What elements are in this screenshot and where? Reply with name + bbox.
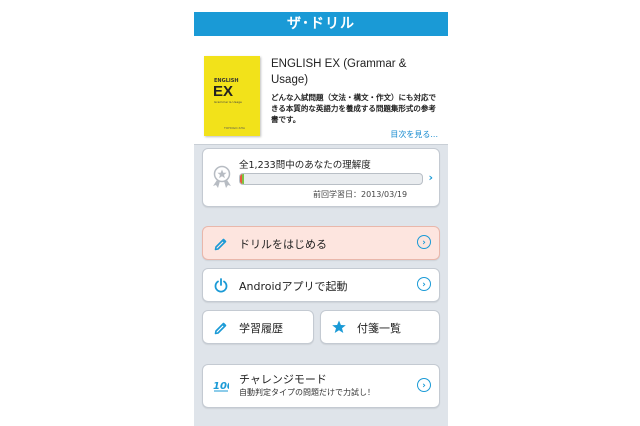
progress-card[interactable]: 全1,233問中のあなたの理解度 前回学習日：2013/03/19 › (202, 148, 440, 207)
last-study-date: 前回学習日：2013/03/19 (313, 190, 408, 199)
chevron-right-icon: › (428, 171, 433, 184)
star-icon (332, 320, 346, 333)
start-drill-button[interactable]: ドリルをはじめる › (202, 226, 440, 260)
cover-line4: TOHOGO-SHA (224, 126, 245, 130)
cover-line2: EX (213, 83, 234, 100)
book-info-panel: ENGLISH EX Grammar & Usage TOHOGO-SHA EN… (194, 36, 448, 145)
start-drill-label: ドリルをはじめる (239, 238, 327, 251)
challenge-mode-button[interactable]: 100 チャレンジモード 自動判定タイプの問題だけで力試し！ › (202, 364, 440, 408)
progress-bar (239, 173, 423, 185)
book-description: どんな入試問題（文法・構文・作文）にも対応できる本質的な英語力を養成する問題集形… (271, 93, 436, 124)
android-launch-label: Androidアプリで起動 (239, 280, 348, 293)
progress-bar-marker (240, 174, 242, 184)
study-history-label: 学習履歴 (239, 322, 283, 335)
app-title: ザ･ドリル (194, 12, 448, 36)
hundred-icon: 100 (213, 381, 229, 392)
pencil-icon (214, 238, 227, 251)
book-title: ENGLISH EX (Grammar & Usage) (271, 58, 407, 86)
study-history-button[interactable]: 学習履歴 (202, 310, 314, 344)
bookmarks-label: 付箋一覧 (357, 322, 401, 335)
chevron-right-icon: › (417, 235, 431, 249)
challenge-mode-sublabel: 自動判定タイプの問題だけで力試し！ (239, 388, 375, 397)
toc-link[interactable]: 目次を見る... (390, 129, 438, 140)
svg-text:100: 100 (213, 381, 229, 392)
power-icon (214, 278, 228, 293)
app-screen: ザ･ドリル ENGLISH EX Grammar & Usage TOHOGO-… (194, 12, 448, 426)
android-launch-button[interactable]: Androidアプリで起動 › (202, 268, 440, 302)
chevron-right-icon: › (417, 378, 431, 392)
progress-title: 全1,233問中のあなたの理解度 (239, 160, 371, 171)
book-cover: ENGLISH EX Grammar & Usage TOHOGO-SHA (204, 56, 260, 136)
pencil-icon (214, 322, 227, 335)
medal-icon (213, 165, 231, 188)
cover-line3: Grammar & Usage (214, 100, 242, 104)
challenge-mode-label: チャレンジモード (239, 373, 327, 386)
bookmarks-button[interactable]: 付箋一覧 (320, 310, 440, 344)
chevron-right-icon: › (417, 277, 431, 291)
